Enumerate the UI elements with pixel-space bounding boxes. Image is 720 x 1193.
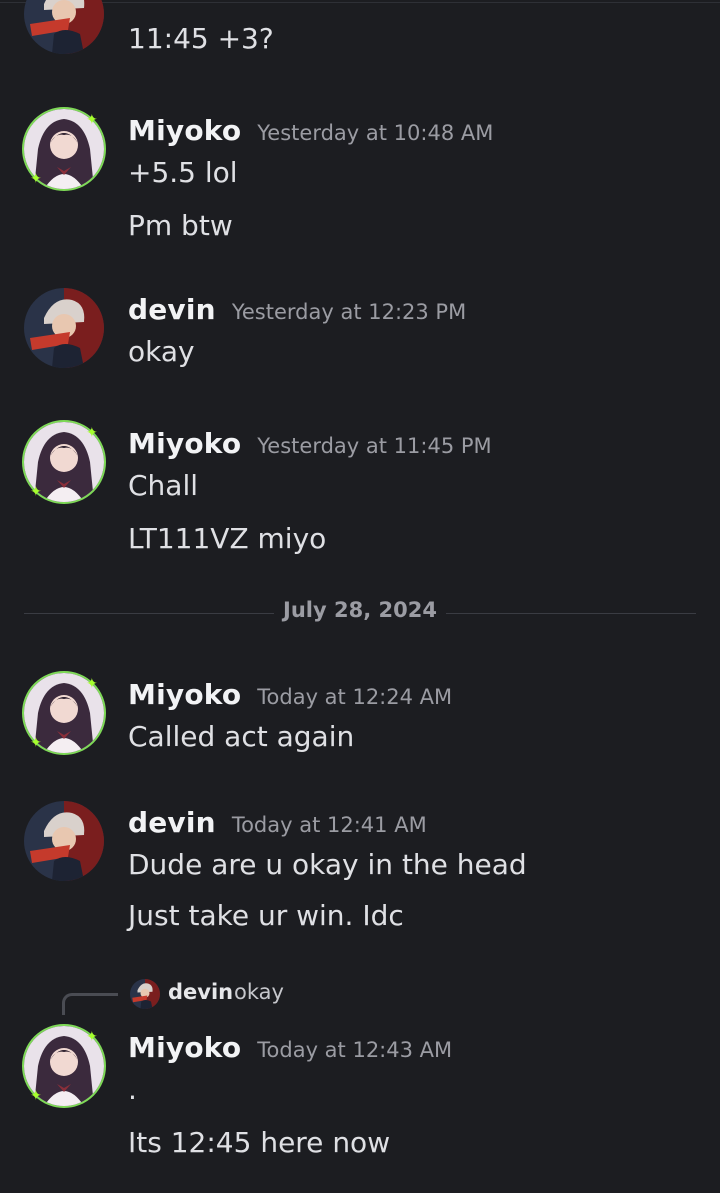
message-text: Its 12:45 here now	[128, 1126, 391, 1159]
sparkle-icon: ✦	[86, 425, 98, 441]
username[interactable]: devin	[128, 293, 216, 326]
message-text: Called act again	[128, 720, 355, 753]
avatar-devin[interactable]	[24, 288, 104, 368]
anime-boy-avatar-icon	[24, 0, 104, 54]
reply-username[interactable]: devin	[168, 980, 233, 1004]
message-text: +5.5 lol	[128, 156, 238, 189]
username[interactable]: Miyoko	[128, 1031, 241, 1064]
avatar-devin[interactable]	[24, 801, 104, 881]
reply-avatar[interactable]	[130, 979, 160, 1009]
username[interactable]: devin	[128, 806, 216, 839]
message-header: Miyoko Today at 12:24 AM	[128, 678, 452, 711]
username[interactable]: Miyoko	[128, 678, 241, 711]
top-divider	[0, 2, 720, 3]
reply-connector	[62, 993, 118, 1015]
timestamp[interactable]: Today at 12:24 AM	[257, 685, 452, 709]
message-text: 11:45 +3?	[128, 22, 274, 55]
message-text: Pm btw	[128, 209, 233, 242]
sparkle-icon: ✦	[86, 676, 98, 692]
username[interactable]: Miyoko	[128, 427, 241, 460]
message-header: Miyoko Today at 12:43 AM	[128, 1031, 452, 1064]
message-header: Miyoko Yesterday at 11:45 PM	[128, 427, 492, 460]
sparkle-icon: ✦	[30, 1088, 42, 1104]
timestamp[interactable]: Yesterday at 11:45 PM	[257, 434, 491, 458]
sparkle-icon: ✦	[86, 1029, 98, 1045]
message-text: Dude are u okay in the head	[128, 848, 527, 881]
anime-boy-avatar-icon	[130, 979, 160, 1009]
anime-boy-avatar-icon	[24, 801, 104, 881]
date-divider-line	[446, 613, 696, 614]
message-text: okay	[128, 335, 195, 368]
anime-boy-avatar-icon	[24, 288, 104, 368]
timestamp[interactable]: Today at 12:41 AM	[232, 813, 427, 837]
message-text: .	[128, 1073, 137, 1106]
sparkle-icon: ✦	[30, 171, 42, 187]
message-header: devin Yesterday at 12:23 PM	[128, 293, 466, 326]
timestamp[interactable]: Yesterday at 10:48 AM	[257, 121, 493, 145]
date-divider-line	[24, 613, 274, 614]
message-text: LT111VZ miyo	[128, 522, 327, 555]
username[interactable]: Miyoko	[128, 114, 241, 147]
timestamp[interactable]: Today at 12:43 AM	[257, 1038, 452, 1062]
avatar-devin[interactable]	[24, 0, 104, 54]
message-text: Chall	[128, 469, 199, 502]
message-text: Just take ur win. Idc	[128, 899, 404, 932]
reply-preview[interactable]: okay	[234, 980, 284, 1004]
sparkle-icon: ✦	[30, 484, 42, 500]
sparkle-icon: ✦	[30, 735, 42, 751]
timestamp[interactable]: Yesterday at 12:23 PM	[232, 300, 466, 324]
message-header: devin Today at 12:41 AM	[128, 806, 427, 839]
message-header: Miyoko Yesterday at 10:48 AM	[128, 114, 493, 147]
sparkle-icon: ✦	[86, 112, 98, 128]
date-divider: July 28, 2024	[283, 598, 437, 622]
